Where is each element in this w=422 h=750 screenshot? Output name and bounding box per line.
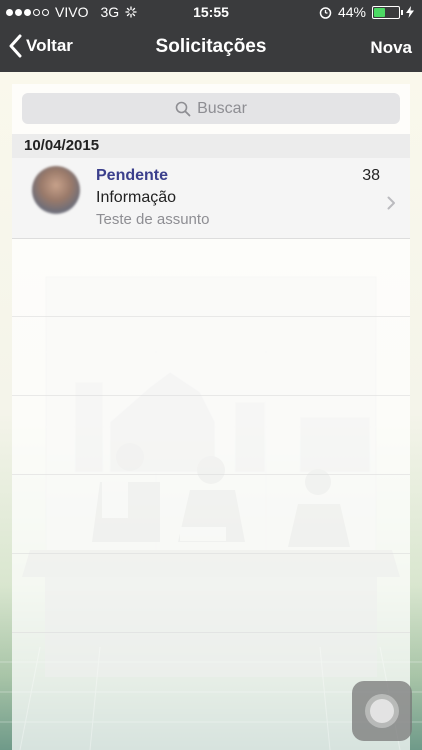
request-subject: Teste de assunto <box>96 211 210 228</box>
battery-percent: 44% <box>337 4 366 20</box>
navigation-bar: Voltar Solicitações Nova <box>0 24 422 72</box>
requests-list-card: Buscar 10/04/2015 Pendente 38 Informação… <box>12 84 410 750</box>
date-section-header: 10/04/2015 <box>12 134 410 158</box>
section-date: 10/04/2015 <box>24 137 100 154</box>
status-bar: VIVO 3G 15:55 44% <box>0 0 422 24</box>
list-separator <box>12 316 410 317</box>
battery-icon <box>372 5 403 19</box>
alarm-clock-icon <box>319 6 332 19</box>
new-request-button[interactable]: Nova <box>370 38 412 58</box>
charging-bolt-icon <box>406 6 414 18</box>
search-placeholder: Buscar <box>197 99 247 117</box>
request-status: Pendente <box>96 167 169 184</box>
search-icon <box>175 101 191 116</box>
top-bar: VIVO 3G 15:55 44% Voltar Solicitações No… <box>0 0 422 72</box>
search-bar[interactable]: Buscar <box>22 93 400 124</box>
assistive-touch-button[interactable] <box>352 681 412 741</box>
page-title: Solicitações <box>155 36 267 57</box>
list-separator <box>12 395 410 396</box>
list-separator <box>12 553 410 554</box>
request-type: Informação <box>96 189 177 206</box>
list-separator <box>12 474 410 475</box>
list-separator <box>12 632 410 633</box>
chevron-right-icon <box>387 196 395 210</box>
request-row[interactable]: Pendente 38 Informação Teste de assunto <box>12 158 410 239</box>
avatar <box>32 166 80 214</box>
request-number: 38 <box>362 167 380 184</box>
